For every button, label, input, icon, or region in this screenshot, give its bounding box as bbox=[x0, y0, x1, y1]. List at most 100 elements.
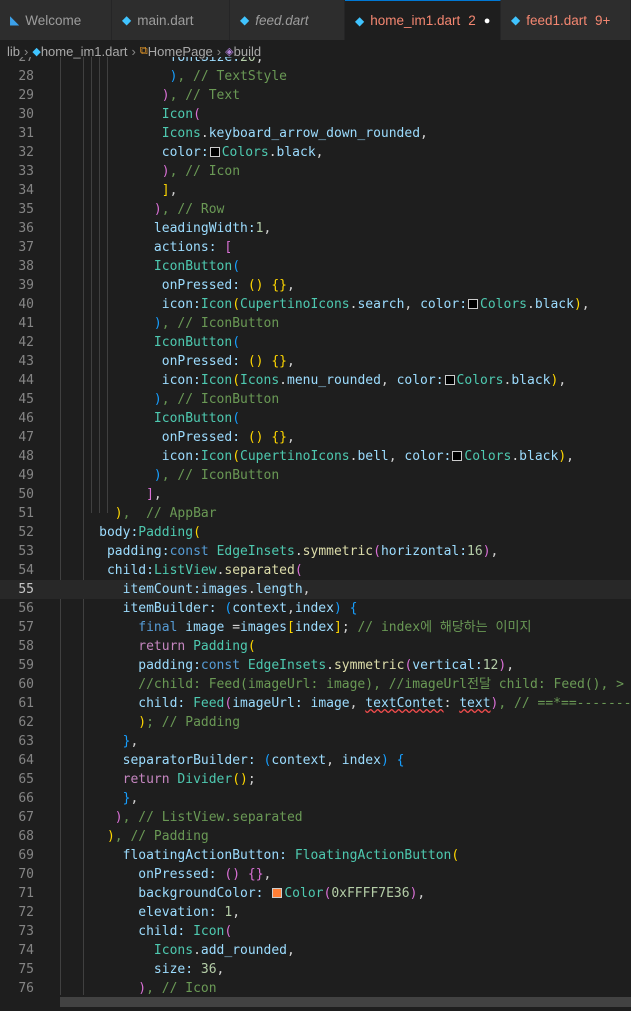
code-line[interactable]: 54 child:ListView.separated( bbox=[0, 561, 631, 580]
code-line[interactable]: 67 ), // ListView.separated bbox=[0, 808, 631, 827]
code-line[interactable]: 68 ), // Padding bbox=[0, 827, 631, 846]
tab-main-dart[interactable]: ◆ main.dart bbox=[112, 0, 230, 40]
code-line[interactable]: 70 onPressed: () {}, bbox=[0, 865, 631, 884]
code-line[interactable]: 47 onPressed: () {}, bbox=[0, 428, 631, 447]
line-number: 60 bbox=[18, 677, 34, 692]
code-text: ), // Padding bbox=[106, 829, 209, 844]
code-text: ], bbox=[161, 183, 178, 198]
unsaved-dot-icon[interactable]: ● bbox=[484, 15, 491, 27]
color-swatch-icon[interactable] bbox=[444, 374, 455, 385]
line-number: 42 bbox=[18, 335, 34, 350]
code-line[interactable]: 50 ], bbox=[0, 485, 631, 504]
line-number: 57 bbox=[18, 620, 34, 635]
code-line[interactable]: 57 final image =images[index]; // index에… bbox=[0, 618, 631, 637]
code-line[interactable]: 42 IconButton( bbox=[0, 333, 631, 352]
code-line[interactable]: 73 child: Icon( bbox=[0, 922, 631, 941]
code-editor[interactable]: 27 fontSize:20, 28 ), // TextStyle 29 ), /… bbox=[0, 57, 631, 997]
line-number: 69 bbox=[18, 848, 34, 863]
code-line[interactable]: 36 leadingWidth:1, bbox=[0, 219, 631, 238]
code-line[interactable]: 41 ), // IconButton bbox=[0, 314, 631, 333]
code-line[interactable]: 46 IconButton( bbox=[0, 409, 631, 428]
color-swatch-icon[interactable] bbox=[209, 146, 220, 157]
code-text: backgroundColor: Color(0xFFFF7E36), bbox=[138, 886, 426, 901]
tab-home-im1-dart[interactable]: ◆ home_im1.dart 2 ● bbox=[345, 0, 501, 40]
code-line[interactable]: 40 icon:Icon(CupertinoIcons.search, colo… bbox=[0, 295, 631, 314]
code-line[interactable]: 48 icon:Icon(CupertinoIcons.bell, color:… bbox=[0, 447, 631, 466]
code-line[interactable]: 52 body:Padding( bbox=[0, 523, 631, 542]
code-line[interactable]: 44 icon:Icon(Icons.menu_rounded, color: C… bbox=[0, 371, 631, 390]
line-number: 54 bbox=[18, 563, 34, 578]
code-line[interactable]: 34 ], bbox=[0, 181, 631, 200]
scrollbar-thumb[interactable] bbox=[60, 997, 631, 1007]
code-line[interactable]: 66 }, bbox=[0, 789, 631, 808]
code-line[interactable]: 75 size: 36, bbox=[0, 960, 631, 979]
code-line[interactable]: 49 ), // IconButton bbox=[0, 466, 631, 485]
code-line[interactable]: 28 ), // TextStyle bbox=[0, 67, 631, 86]
line-number: 52 bbox=[18, 525, 34, 540]
line-number: 66 bbox=[18, 791, 34, 806]
code-line[interactable]: 27 fontSize:20, bbox=[0, 57, 631, 67]
code-line[interactable]: 51 ), // AppBar bbox=[0, 504, 631, 523]
code-line[interactable]: 61 child: Feed(imageUrl: image, textCont… bbox=[0, 694, 631, 713]
code-line[interactable]: 69 floatingActionButton: FloatingActionB… bbox=[0, 846, 631, 865]
code-line[interactable]: 38 IconButton( bbox=[0, 257, 631, 276]
line-number: 68 bbox=[18, 829, 34, 844]
color-swatch-icon[interactable] bbox=[452, 450, 463, 461]
code-text: itemBuilder: (context,index) { bbox=[122, 601, 358, 616]
horizontal-scrollbar[interactable] bbox=[0, 995, 631, 1011]
code-line[interactable]: 33 ), // Icon bbox=[0, 162, 631, 181]
dart-icon: ◆ bbox=[32, 45, 41, 58]
color-swatch-icon[interactable] bbox=[468, 298, 479, 309]
code-line[interactable]: 74 Icons.add_rounded, bbox=[0, 941, 631, 960]
code-text: child: Feed(imageUrl: image, textContet:… bbox=[138, 696, 631, 711]
code-text: IconButton( bbox=[153, 335, 241, 350]
color-swatch-icon[interactable] bbox=[272, 887, 283, 898]
line-number: 28 bbox=[18, 69, 34, 84]
code-text: onPressed: () {}, bbox=[161, 278, 295, 293]
code-line[interactable]: 39 onPressed: () {}, bbox=[0, 276, 631, 295]
code-text: ], bbox=[146, 487, 162, 502]
code-line[interactable]: 64 separatorBuilder: (context, index) { bbox=[0, 751, 631, 770]
line-number: 71 bbox=[18, 886, 34, 901]
line-number: 47 bbox=[18, 430, 34, 445]
code-line[interactable]: 63 }, bbox=[0, 732, 631, 751]
code-line[interactable]: 65 return Divider(); bbox=[0, 770, 631, 789]
code-line[interactable]: 29 ), // Text bbox=[0, 86, 631, 105]
code-text: ), // IconButton bbox=[153, 316, 280, 331]
line-number: 32 bbox=[18, 145, 34, 160]
code-line[interactable]: 62 ); // Padding bbox=[0, 713, 631, 732]
code-line[interactable]: 72 elevation: 1, bbox=[0, 903, 631, 922]
tab-label: feed.dart bbox=[255, 12, 309, 28]
code-line[interactable]: 60 //child: Feed(imageUrl: image), //ima… bbox=[0, 675, 631, 694]
tab-feed-dart[interactable]: ◆ feed.dart bbox=[230, 0, 345, 40]
line-number: 49 bbox=[18, 468, 34, 483]
code-line[interactable]: 31 Icons.keyboard_arrow_down_rounded, bbox=[0, 124, 631, 143]
code-text: return Divider(); bbox=[122, 772, 256, 787]
line-number: 58 bbox=[18, 639, 34, 654]
code-line[interactable]: 37 actions: [ bbox=[0, 238, 631, 257]
tab-welcome[interactable]: ◣ Welcome bbox=[0, 0, 112, 40]
code-line[interactable]: 71 backgroundColor: Color(0xFFFF7E36), bbox=[0, 884, 631, 903]
code-text: floatingActionButton: FloatingActionButt… bbox=[122, 848, 460, 863]
code-line[interactable]: 30 Icon( bbox=[0, 105, 631, 124]
tab-label: Welcome bbox=[25, 12, 82, 28]
code-line[interactable]: 56 itemBuilder: (context,index) { bbox=[0, 599, 631, 618]
code-line[interactable]: 55 itemCount:images.length, bbox=[0, 580, 631, 599]
code-line[interactable]: 32 color: Colors.black, bbox=[0, 143, 631, 162]
vscode-icon: ◣ bbox=[10, 13, 20, 27]
code-line[interactable]: 58 return Padding( bbox=[0, 637, 631, 656]
code-text: child:ListView.separated( bbox=[106, 563, 303, 578]
tab-feed1-dart[interactable]: ◆ feed1.dart 9+ bbox=[501, 0, 631, 40]
line-number: 33 bbox=[18, 164, 34, 179]
tab-label: feed1.dart bbox=[526, 12, 588, 28]
code-line[interactable]: 53 padding:const EdgeInsets.symmetric(ho… bbox=[0, 542, 631, 561]
line-number: 56 bbox=[18, 601, 34, 616]
code-line[interactable]: 59 padding:const EdgeInsets.symmetric(ve… bbox=[0, 656, 631, 675]
code-text: onPressed: () {}, bbox=[161, 430, 295, 445]
code-text: ), // Icon bbox=[161, 164, 241, 179]
code-line[interactable]: 43 onPressed: () {}, bbox=[0, 352, 631, 371]
problems-count-badge: 2 bbox=[468, 13, 476, 28]
code-line[interactable]: 45 ), // IconButton bbox=[0, 390, 631, 409]
code-line[interactable]: 35 ), // Row bbox=[0, 200, 631, 219]
line-number: 67 bbox=[18, 810, 34, 825]
